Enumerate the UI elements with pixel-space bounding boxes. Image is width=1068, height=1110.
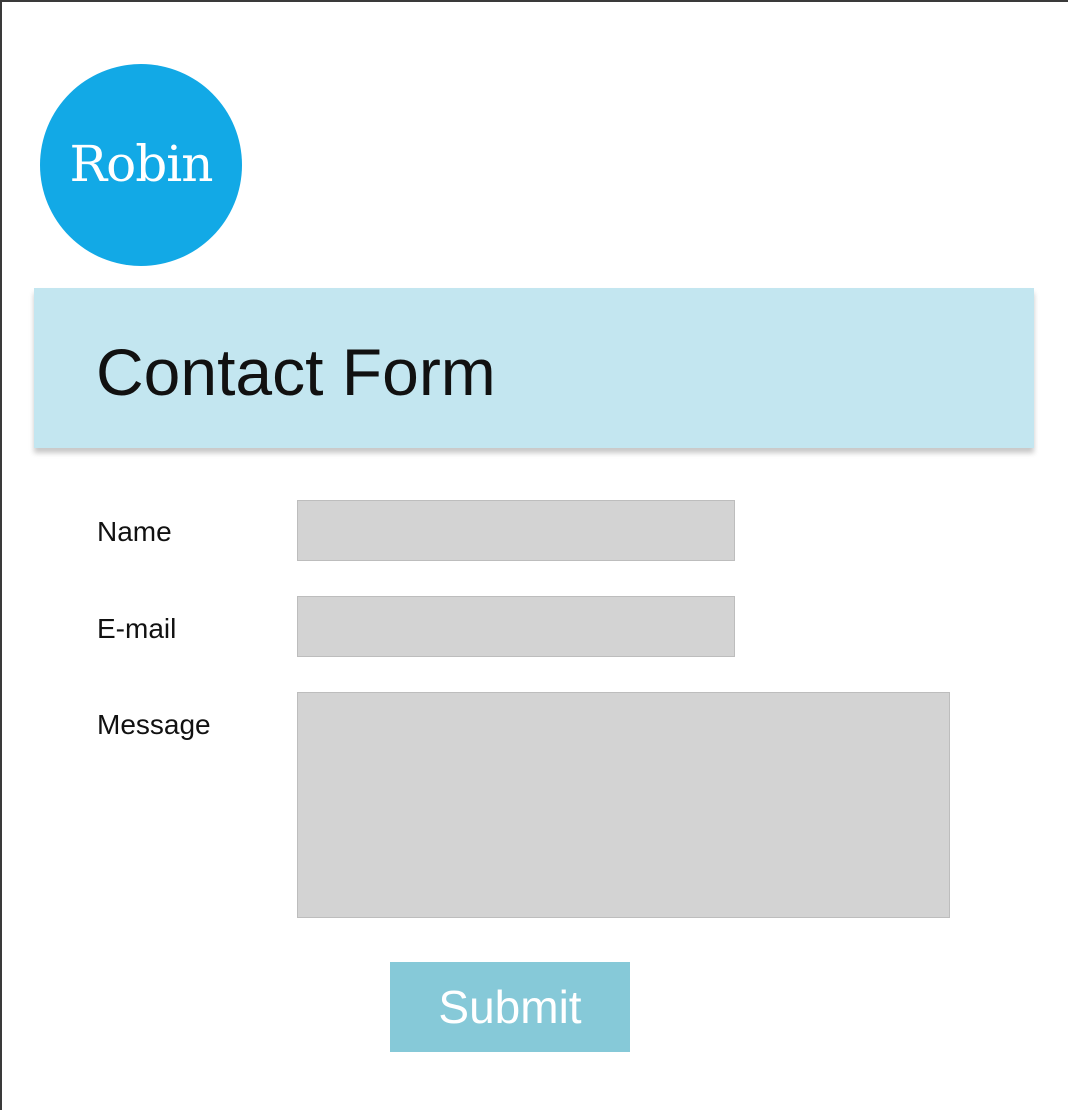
message-textarea[interactable] (297, 692, 950, 918)
robin-logo: Robin (40, 64, 242, 266)
logo-text: Robin (69, 135, 214, 193)
email-label: E-mail (97, 613, 177, 644)
email-field[interactable] (297, 596, 735, 657)
message-label: Message (97, 709, 211, 740)
name-label: Name (97, 516, 172, 547)
header-banner: Contact Form (34, 288, 1034, 448)
submit-button[interactable]: Submit (390, 962, 630, 1052)
page-title: Contact Form (96, 335, 496, 409)
name-field[interactable] (297, 500, 735, 561)
page-frame: Robin Contact Form Name E-mail Message S… (0, 0, 1068, 1110)
